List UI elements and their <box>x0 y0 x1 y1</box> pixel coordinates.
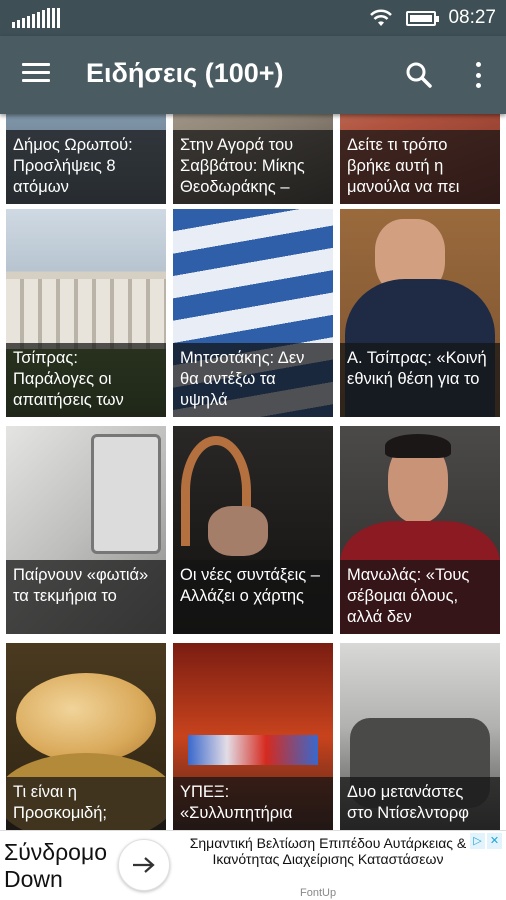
page-title: Ειδήσεις (100+) <box>86 58 284 88</box>
article-caption: ΥΠΕΞ: «Συλλυπητήρια <box>173 777 333 830</box>
article-image-calculator <box>91 434 161 554</box>
ad-headline: Σημαντική Βελτίωση Επιπέδου Αυτάρκειας &… <box>189 835 467 867</box>
news-tile[interactable]: Δείτε τι τρόπο βρήκε αυτή η μανούλα να π… <box>340 114 500 204</box>
ad-sponsor: FontUp <box>300 887 337 899</box>
news-tile[interactable]: Τσίπρας: Παράλογες οι απαιτήσεις των <box>6 209 166 417</box>
wifi-icon <box>370 9 393 26</box>
ad-brand-line2: Down <box>4 866 63 892</box>
news-tile[interactable]: Οι νέες συντάξεις – Αλλάζει ο χάρτης <box>173 426 333 634</box>
article-caption: Α. Τσίπρας: «Κοινή εθνική θέση για το <box>340 343 500 417</box>
article-caption: Τσίπρας: Παράλογες οι απαιτήσεις των <box>6 343 166 417</box>
signal-strength-icon <box>12 8 62 28</box>
article-caption: Στην Αγορά του Σαββάτου: Μίκης Θεοδωράκη… <box>173 130 333 204</box>
news-tile[interactable]: Δυο μετανάστες στο Ντίσελντορφ <box>340 643 500 830</box>
article-caption: Παίρνουν «φωτιά» τα τεκμήρια το <box>6 560 166 634</box>
article-caption: Μητσοτάκης: Δεν θα αντέξω τα υψηλά <box>173 343 333 417</box>
article-image-bread <box>16 673 156 763</box>
app-bar: Ειδήσεις (100+) <box>0 36 506 114</box>
news-tile[interactable]: Παίρνουν «φωτιά» τα τεκμήρια το <box>6 426 166 634</box>
battery-icon <box>406 10 440 26</box>
news-tile[interactable]: ΥΠΕΞ: «Συλλυπητήρια <box>173 643 333 830</box>
ad-choices-icon[interactable]: ▷ ✕ <box>470 833 502 849</box>
clock: 08:27 <box>448 7 496 28</box>
news-tile[interactable]: Α. Τσίπρας: «Κοινή εθνική θέση για το <box>340 209 500 417</box>
news-tile[interactable]: Μανωλάς: «Τους σέβομαι όλους, αλλά δεν <box>340 426 500 634</box>
article-caption: Δυο μετανάστες στο Ντίσελντορφ <box>340 777 500 830</box>
more-options-icon[interactable] <box>472 60 484 90</box>
article-caption: Μανωλάς: «Τους σέβομαι όλους, αλλά δεν <box>340 560 500 634</box>
news-tile[interactable]: Τι είναι η Προσκομιδή; <box>6 643 166 830</box>
article-caption: Δείτε τι τρόπο βρήκε αυτή η μανούλα να π… <box>340 130 500 204</box>
article-image-lights <box>188 735 318 765</box>
news-tile[interactable]: Μητσοτάκης: Δεν θα αντέξω τα υψηλά <box>173 209 333 417</box>
news-tile[interactable]: Δήμος Ωρωπού: Προσλήψεις 8 ατόμων <box>6 114 166 204</box>
ad-banner[interactable]: Σύνδρομο Down Σημαντική Βελτίωση Επιπέδο… <box>0 830 506 900</box>
status-bar: 08:27 <box>0 0 506 36</box>
article-caption: Οι νέες συντάξεις – Αλλάζει ο χάρτης <box>173 560 333 634</box>
article-image-hand <box>208 506 268 556</box>
article-caption: Δήμος Ωρωπού: Προσλήψεις 8 ατόμων <box>6 130 166 204</box>
article-image-hair <box>385 434 451 458</box>
news-tile[interactable]: Στην Αγορά του Σαββάτου: Μίκης Θεοδωράκη… <box>173 114 333 204</box>
news-grid: Δήμος Ωρωπού: Προσλήψεις 8 ατόμων Στην Α… <box>0 114 506 830</box>
ad-brand: Σύνδρομο Down <box>4 839 107 893</box>
arrow-right-icon[interactable] <box>118 839 170 891</box>
article-caption: Τι είναι η Προσκομιδή; <box>6 777 166 830</box>
search-icon[interactable] <box>404 60 434 90</box>
menu-icon[interactable] <box>22 63 50 87</box>
ad-brand-line1: Σύνδρομο <box>4 839 108 865</box>
